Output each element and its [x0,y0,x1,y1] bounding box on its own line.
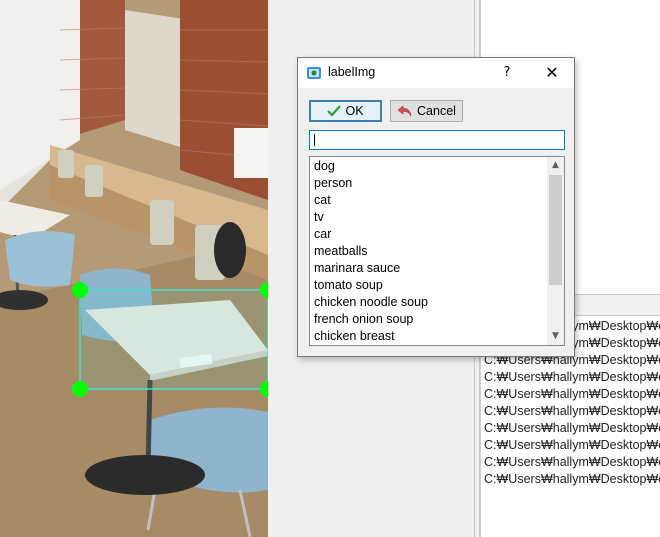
checkmark-icon [327,105,342,117]
cancel-button-label: Cancel [417,104,456,118]
bounding-box[interactable] [0,0,268,537]
label-option[interactable]: chicken breast [314,328,544,345]
label-option[interactable]: marinara sauce [314,260,544,277]
label-option[interactable]: dog [314,158,544,175]
file-list-item[interactable]: C:₩Users₩hallym₩Desktop₩caps [484,386,660,403]
listbox-scrollbar[interactable]: ▲ ▼ [547,157,564,345]
undo-arrow-icon [397,105,412,117]
label-listbox[interactable]: dog person cat tv car meatballs marinara… [309,156,565,346]
label-option[interactable]: car [314,226,544,243]
label-option[interactable]: chicken noodle soup [314,294,544,311]
scroll-down-arrow-icon[interactable]: ▼ [547,328,564,345]
cancel-button[interactable]: Cancel [390,100,463,122]
bbox-handle-top-left [72,282,88,298]
label-option[interactable]: cat [314,192,544,209]
ok-button[interactable]: OK [309,100,382,122]
dialog-titlebar: labelImg ? ✕ [298,58,574,88]
ok-button-label: OK [345,104,364,118]
scroll-up-arrow-icon[interactable]: ▲ [547,157,564,174]
label-dialog: labelImg ? ✕ OK Cancel dog person cat tv… [297,57,575,357]
file-list-item[interactable]: C:₩Users₩hallym₩Desktop₩caps [484,420,660,437]
label-option[interactable]: tv [314,209,544,226]
labelimg-app-icon [307,67,321,79]
help-button[interactable]: ? [496,62,518,84]
bbox-handle-bottom-left [72,381,88,397]
file-list-item[interactable]: C:₩Users₩hallym₩Desktop₩caps [484,454,660,471]
label-input[interactable] [309,130,565,150]
dialog-title: labelImg [328,65,376,79]
image-canvas[interactable] [0,0,268,537]
text-caret [314,134,315,146]
label-option[interactable]: meatballs [314,243,544,260]
file-list-item[interactable]: C:₩Users₩hallym₩Desktop₩caps [484,437,660,454]
file-list-item[interactable]: C:₩Users₩hallym₩Desktop₩caps [484,369,660,386]
close-button[interactable]: ✕ [540,62,564,84]
label-list: dog person cat tv car meatballs marinara… [310,157,544,345]
label-option[interactable]: person [314,175,544,192]
label-option[interactable]: french onion soup [314,311,544,328]
file-list-item[interactable]: C:₩Users₩hallym₩Desktop₩caps [484,471,660,488]
label-option[interactable]: tomato soup [314,277,544,294]
scrollbar-thumb[interactable] [549,175,562,285]
file-list-item[interactable]: C:₩Users₩hallym₩Desktop₩caps [484,403,660,420]
